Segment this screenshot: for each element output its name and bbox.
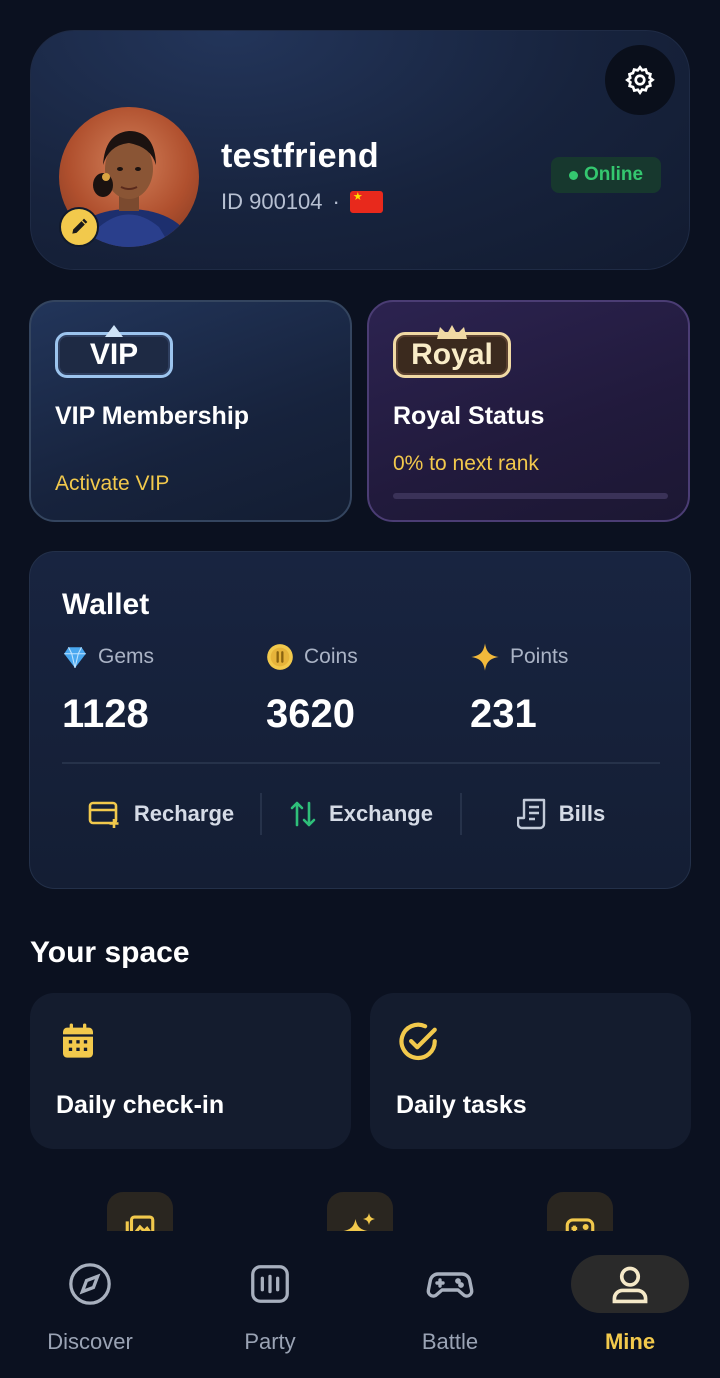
coins-balance[interactable]: Coins 3620 [266, 642, 358, 737]
royal-progress-bar [393, 493, 668, 499]
crown-icon [437, 325, 467, 339]
username: testfriend [221, 137, 379, 175]
online-dot [568, 170, 578, 180]
vip-title: VIP Membership [55, 402, 250, 430]
recharge-label: Recharge [133, 801, 235, 826]
royal-progress-text: 0% to next rank [393, 452, 539, 475]
coins-label: Coins [304, 645, 358, 668]
user-id-row: ID 900104 · ★ [221, 189, 383, 215]
daily-checkin-label: Daily check-in [56, 1091, 225, 1119]
party-icon [251, 1265, 289, 1303]
more-tiles-row [0, 1180, 720, 1231]
games-tile[interactable] [547, 1192, 613, 1231]
gear-icon [625, 65, 655, 95]
coin-icon [267, 644, 293, 670]
recharge-button[interactable]: Recharge [62, 788, 260, 840]
gems-value: 1128 [62, 692, 149, 736]
id-separator: · [332, 189, 340, 214]
wallet-card: Wallet Gems 1128 Coins 3620 Points 231 R… [29, 551, 691, 889]
check-circle-icon [399, 1022, 437, 1061]
bills-label: Bills [558, 801, 606, 826]
nav-mine-label: Mine [604, 1329, 656, 1354]
nav-party-label: Party [244, 1329, 296, 1354]
nav-discover[interactable]: Discover [25, 1255, 155, 1355]
sparkle-icon [471, 643, 499, 671]
royal-card[interactable]: Royal Royal Status 0% to next rank [367, 300, 690, 522]
pencil-icon [72, 218, 88, 234]
wallet-title: Wallet [62, 588, 150, 621]
user-icon [612, 1266, 648, 1304]
exchange-icon [290, 801, 316, 827]
your-space-title: Your space [30, 936, 190, 969]
coins-value: 3620 [266, 692, 355, 736]
gallery-icon [125, 1215, 155, 1231]
exchange-label: Exchange [329, 801, 433, 826]
gallery-tile[interactable] [107, 1192, 173, 1231]
gamepad-icon [426, 1272, 474, 1298]
nav-battle[interactable]: Battle [385, 1255, 515, 1355]
vip-badge-text: VIP [89, 338, 139, 371]
user-id: ID 900104 [221, 189, 323, 214]
status-badge: Online [551, 157, 661, 193]
royal-badge-text: Royal [411, 338, 493, 371]
nav-party[interactable]: Party [205, 1255, 335, 1355]
card-plus-icon [88, 801, 119, 828]
nav-mine[interactable]: Mine [565, 1255, 695, 1355]
bottom-nav: Discover Party Battle Mine [0, 1231, 720, 1378]
diamond-crest-icon [105, 325, 123, 337]
nav-battle-label: Battle [421, 1329, 479, 1354]
royal-badge: Royal [393, 325, 511, 378]
nav-discover-label: Discover [47, 1329, 133, 1354]
activate-vip-link[interactable]: Activate VIP [55, 472, 169, 496]
game-controller-icon [565, 1218, 595, 1231]
daily-tasks-card[interactable]: Daily tasks [370, 993, 691, 1149]
compass-icon [69, 1263, 111, 1305]
sparkle-tile[interactable] [327, 1192, 393, 1231]
profile-card: testfriend ID 900104 · ★ Online [30, 30, 690, 270]
wallet-actions: Recharge Exchange Bills [62, 788, 660, 840]
edit-avatar-button[interactable] [59, 207, 99, 247]
vip-badge: VIP [55, 325, 173, 378]
magic-sparkle-icon [343, 1213, 375, 1231]
gems-balance[interactable]: Gems 1128 [62, 642, 154, 737]
gems-label: Gems [98, 645, 155, 668]
wallet-divider [62, 762, 660, 764]
points-label: Points [510, 645, 569, 668]
settings-button[interactable] [605, 45, 675, 115]
china-flag-icon: ★ [349, 191, 383, 213]
points-balance[interactable]: Points 231 [470, 642, 568, 737]
points-value: 231 [470, 692, 537, 736]
royal-title: Royal Status [393, 402, 545, 430]
daily-tasks-label: Daily tasks [396, 1091, 527, 1119]
gem-icon [64, 647, 86, 668]
bills-button[interactable]: Bills [462, 788, 660, 840]
receipt-icon [516, 798, 545, 830]
status-text: Online [583, 164, 644, 185]
exchange-button[interactable]: Exchange [262, 788, 460, 840]
daily-checkin-card[interactable]: Daily check-in [30, 993, 351, 1149]
vip-card[interactable]: VIP VIP Membership Activate VIP [29, 300, 352, 522]
calendar-icon [63, 1023, 93, 1058]
